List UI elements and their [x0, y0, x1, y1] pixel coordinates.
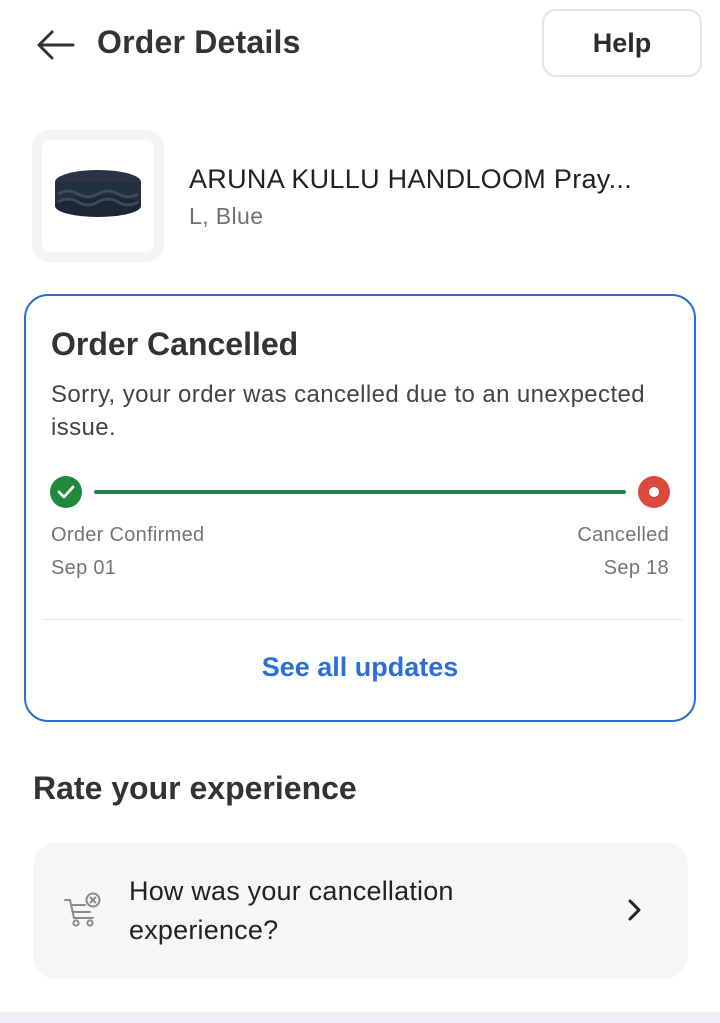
- timeline-start-label: Order Confirmed: [51, 524, 205, 546]
- chevron-right-icon: [628, 899, 641, 921]
- confirmed-check-icon: [50, 476, 82, 508]
- card-divider: [43, 619, 683, 620]
- timeline-progress-line: [94, 490, 626, 494]
- rate-prompt-text: How was your cancellation experience?: [129, 876, 454, 945]
- status-title: Order Cancelled: [51, 326, 299, 362]
- product-thumbnail-frame: [32, 130, 164, 262]
- see-all-updates-link[interactable]: See all updates: [26, 652, 694, 683]
- bottom-divider-strip: [0, 1012, 720, 1023]
- product-image: [42, 140, 154, 252]
- help-button[interactable]: Help: [542, 9, 702, 77]
- timeline-end-label: Cancelled: [577, 524, 669, 546]
- rate-cancellation-card[interactable]: How was your cancellation experience?: [33, 842, 688, 979]
- timeline-start-date: Sep 01: [51, 557, 117, 579]
- arrow-left-icon: [37, 30, 75, 60]
- product-name: ARUNA KULLU HANDLOOM Pray...: [189, 164, 632, 194]
- page-title: Order Details: [97, 24, 301, 60]
- status-description: Sorry, your order was cancelled due to a…: [51, 381, 646, 441]
- cap-image-icon: [55, 170, 141, 217]
- product-variant: L, Blue: [189, 203, 264, 229]
- cancelled-dot-icon: [638, 476, 670, 508]
- timeline-end-date: Sep 18: [603, 557, 669, 579]
- order-status-card: Order Cancelled Sorry, your order was ca…: [24, 294, 696, 722]
- cart-cancel-icon: [64, 892, 101, 927]
- back-button[interactable]: [32, 22, 78, 68]
- rate-section-title: Rate your experience: [33, 770, 357, 806]
- product-summary[interactable]: ARUNA KULLU HANDLOOM Pray... L, Blue: [32, 130, 692, 262]
- app-header: Order Details Help: [0, 0, 720, 92]
